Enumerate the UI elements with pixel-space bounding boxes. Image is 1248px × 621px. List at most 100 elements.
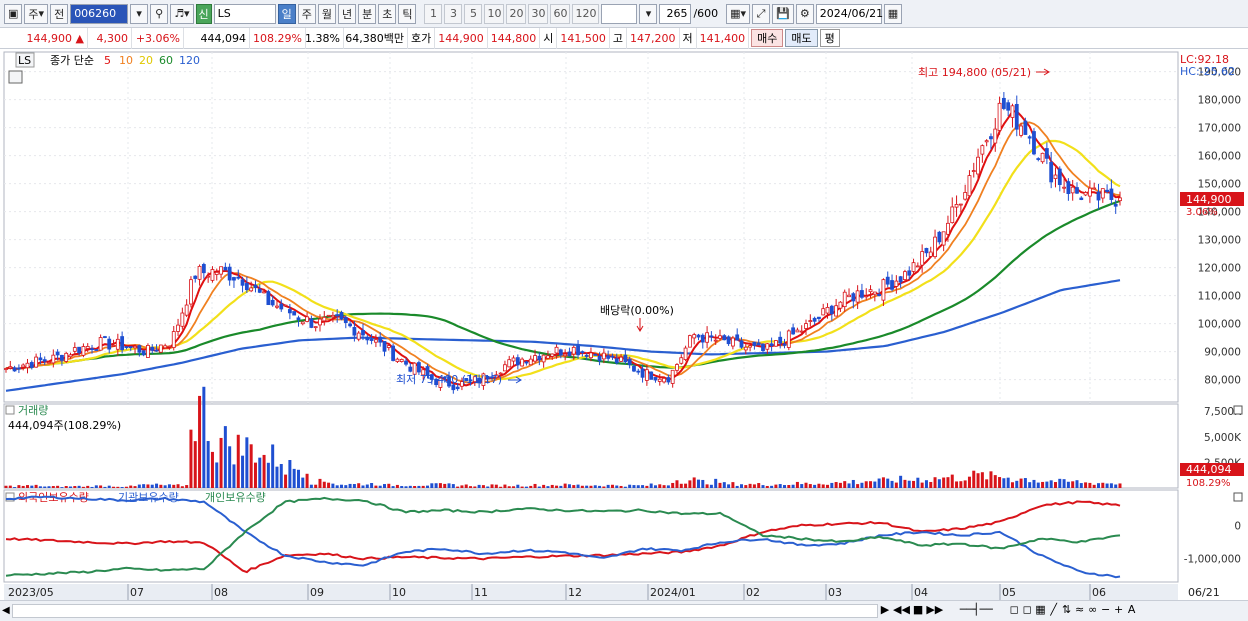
scroll-bar[interactable]: ◀ ▶ ◀◀ ■ ▶▶ ──┤── ◻ ◻ ▦ ╱ ⇅ ≈ ∞ − + A <box>0 600 1248 621</box>
save-icon[interactable]: 💾 <box>772 3 794 24</box>
candle-body <box>322 316 327 322</box>
magnet-icon[interactable]: ∞ <box>1088 603 1098 616</box>
volume-bar <box>912 480 916 488</box>
interval-60[interactable]: 60 <box>550 3 571 24</box>
scroll-left-icon[interactable]: ◀ <box>2 605 10 616</box>
candle-body <box>68 354 73 358</box>
zoom-out-icon[interactable]: − <box>1101 603 1111 616</box>
tab-day[interactable]: 일 <box>277 3 296 24</box>
volume-bar <box>1058 478 1062 488</box>
tab-year[interactable]: 년 <box>337 3 357 24</box>
zoom-slider-icon[interactable]: ──┤── <box>946 603 1006 616</box>
candle-body <box>395 358 400 362</box>
drawing-tool-icon[interactable]: ⤢ <box>752 3 771 24</box>
interval-20[interactable]: 20 <box>506 3 527 24</box>
candle-body <box>249 287 254 292</box>
tab-second[interactable]: 초 <box>378 3 397 24</box>
candle-body <box>1057 168 1062 185</box>
candle-body <box>386 345 391 348</box>
grid-icon[interactable]: ▦ <box>1035 603 1045 616</box>
font-size-icon[interactable]: A <box>1127 603 1137 616</box>
date-input[interactable]: 2024/06/21 <box>815 3 883 24</box>
current-price: 144,900 ▲ <box>0 27 88 49</box>
interval-5[interactable]: 5 <box>464 3 483 24</box>
gear-icon[interactable]: ⚙ <box>795 3 814 24</box>
candle-body <box>257 288 262 293</box>
interval-1[interactable]: 1 <box>424 3 443 24</box>
table-icon[interactable] <box>8 70 23 84</box>
volume-bar <box>481 485 485 488</box>
candle-body <box>619 356 623 362</box>
step-forward-icon[interactable]: ▶▶ <box>926 603 943 616</box>
ask-label: 호가 <box>408 27 436 49</box>
candle-body <box>670 369 675 384</box>
candle-body <box>167 345 172 348</box>
tab-month[interactable]: 월 <box>317 3 336 24</box>
open-label: 시 <box>540 27 558 49</box>
market-select[interactable]: 주 ▾ <box>24 3 49 24</box>
volume-bar <box>172 484 176 488</box>
volume-bar <box>1036 482 1040 488</box>
volume-bar <box>576 484 580 488</box>
sound-icon[interactable]: ♬▾ <box>170 3 194 24</box>
volume-panel[interactable] <box>3 403 1179 489</box>
prev-button[interactable]: 전 <box>50 3 69 24</box>
overlay-icon[interactable]: ◻ <box>1022 603 1032 616</box>
zoom-in-icon[interactable]: + <box>1114 603 1124 616</box>
custom-interval-input[interactable] <box>601 3 638 24</box>
count-input[interactable]: 265 <box>659 3 692 24</box>
eval-button[interactable]: 평 <box>819 29 840 47</box>
code-dropdown-icon[interactable]: ▾ <box>130 3 149 24</box>
interval-10[interactable]: 10 <box>484 3 505 24</box>
interval-dropdown-icon[interactable]: ▾ <box>639 3 658 24</box>
code-input[interactable]: 006260 <box>70 3 129 24</box>
candle-body <box>296 317 301 320</box>
compare-icon[interactable]: ◻ <box>1009 603 1019 616</box>
candle-body <box>593 354 598 356</box>
volume-bar <box>309 484 313 488</box>
volume-bar <box>920 482 924 488</box>
candle-type-icon[interactable]: ▦▾ <box>726 3 751 24</box>
volume-bar <box>507 486 511 488</box>
tab-minute[interactable]: 분 <box>358 3 377 24</box>
sell-button[interactable]: 매도 <box>785 29 818 47</box>
volume-bar <box>404 486 408 488</box>
volume-bar <box>834 482 838 488</box>
holdings-panel[interactable] <box>3 489 1179 583</box>
buy-button[interactable]: 매수 <box>751 29 784 47</box>
volume-bar <box>1071 481 1075 488</box>
volume-panel-toggle-icon[interactable] <box>5 405 15 415</box>
volume-bar <box>628 484 632 488</box>
volume-bar <box>129 485 133 488</box>
fibonacci-icon[interactable]: ≈ <box>1075 603 1085 616</box>
candle-body <box>614 358 619 364</box>
volume-bar <box>602 486 606 488</box>
candle-body <box>597 355 602 362</box>
candle-body <box>774 340 778 347</box>
candle-body <box>958 203 963 206</box>
volume-close-icon[interactable] <box>1233 405 1243 415</box>
measure-icon[interactable]: ⇅ <box>1062 603 1072 616</box>
scroll-right-icon[interactable]: ▶ <box>880 603 890 616</box>
volume-bar <box>305 473 309 488</box>
calendar-icon[interactable]: ▦ <box>883 3 903 24</box>
candle-body <box>885 276 890 285</box>
trendline-icon[interactable]: ╱ <box>1049 603 1059 616</box>
volume-bar <box>537 486 541 488</box>
step-back-icon[interactable]: ◀◀ <box>893 603 910 616</box>
layout-icon[interactable]: ▣ <box>4 3 23 24</box>
stop-icon[interactable]: ■ <box>913 603 923 616</box>
tab-week[interactable]: 주 <box>297 3 316 24</box>
stock-chart[interactable]: 80,000 90,000 100,000 110,000 120,000 130,000… <box>0 50 1248 603</box>
tab-tick[interactable]: 틱 <box>398 3 417 24</box>
interval-30[interactable]: 30 <box>528 3 549 24</box>
candle-body <box>640 368 645 378</box>
y-tick-label: 160,000 <box>1198 151 1241 163</box>
candle-body <box>137 345 142 353</box>
scroll-track[interactable] <box>12 604 878 618</box>
name-field[interactable]: LS <box>213 3 276 24</box>
interval-3[interactable]: 3 <box>444 3 463 24</box>
search-icon[interactable]: ⚲ <box>150 3 169 24</box>
interval-120[interactable]: 120 <box>572 3 600 24</box>
holdings-close-icon[interactable] <box>1233 492 1243 502</box>
